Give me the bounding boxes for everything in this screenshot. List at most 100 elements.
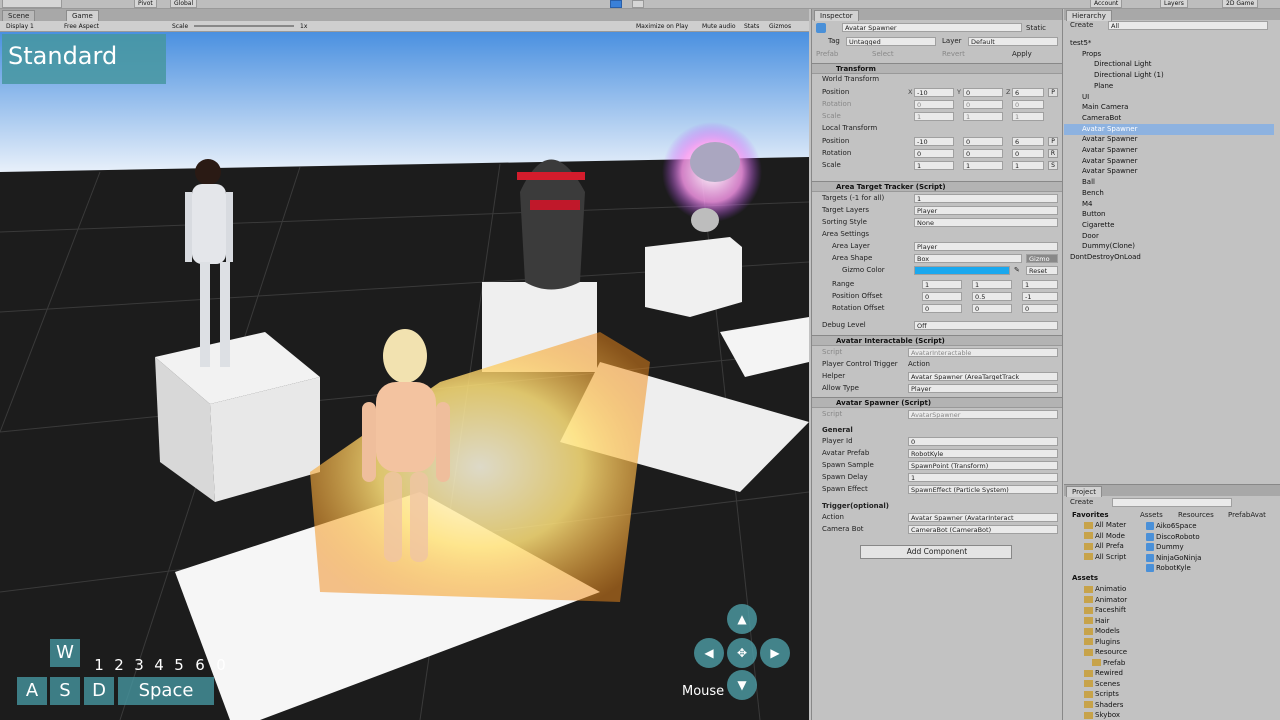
player-id-field[interactable]: 0 [908,437,1058,446]
hierarchy-item[interactable]: Avatar Spawner [1064,145,1274,156]
asset-folder[interactable]: Animator [1084,595,1127,605]
allow-type-dropdown[interactable]: Player [908,384,1058,393]
helper-field[interactable]: Avatar Spawner (AreaTargetTrack [908,372,1058,381]
pause-button[interactable] [632,0,644,8]
position-offset-x[interactable]: 0 [922,292,962,301]
asset-folder[interactable]: Resource [1084,647,1127,657]
position-offset-y[interactable]: 0.5 [972,292,1012,301]
hierarchy-item[interactable]: UI [1064,92,1274,103]
rotation-offset-z[interactable]: 0 [1022,304,1058,313]
hierarchy-item[interactable]: Cigarette [1064,220,1274,231]
asset-folder[interactable]: Hair [1084,616,1109,626]
prefab-select-button[interactable]: Select [872,49,894,60]
num-key-4[interactable]: 4 [151,656,167,674]
hierarchy-item[interactable]: Button [1064,209,1274,220]
local-rot-y[interactable]: 0 [963,149,1003,158]
area-layer-dropdown[interactable]: Player [914,242,1058,251]
eyedropper-icon[interactable]: ✎ [1014,265,1020,276]
prefab-file[interactable]: RobotKyle [1146,563,1191,573]
key-w[interactable]: W [50,639,80,667]
spawn-sample-field[interactable]: SpawnPoint (Transform) [908,461,1058,470]
local-transform-foldout[interactable]: Local Transform [812,123,1062,134]
rotation-offset-y[interactable]: 0 [972,304,1012,313]
local-pos-y[interactable]: 0 [963,137,1003,146]
key-a[interactable]: A [17,677,47,705]
game-viewport[interactable]: Standard W A S D Space 1 2 3 4 5 6 0 ▲ ◀… [0,32,809,720]
local-rot-z[interactable]: 0 [1012,149,1044,158]
object-name-field[interactable]: Avatar Spawner [842,23,1022,32]
hierarchy-item[interactable]: CameraBot [1064,113,1274,124]
avatar-spawner-header[interactable]: Avatar Spawner (Script) [812,397,1062,408]
key-s[interactable]: S [50,677,80,705]
project-search-input[interactable] [1112,498,1232,507]
avatar-prefab-field[interactable]: RobotKyle [908,449,1058,458]
favorite-item[interactable]: All Prefa [1084,541,1124,551]
world-pos-x[interactable]: -10 [914,88,954,97]
tab-inspector[interactable]: Inspector [814,10,859,21]
global-toggle[interactable]: Global [170,0,198,8]
tab-scene[interactable]: Scene [2,10,36,21]
arrow-right-icon[interactable]: ▶ [760,638,790,668]
local-rot-x[interactable]: 0 [914,149,954,158]
mouse-label[interactable]: Mouse [682,684,724,699]
local-scale-x[interactable]: 1 [914,161,954,170]
num-key-2[interactable]: 2 [111,656,127,674]
aspect-dropdown[interactable]: Free Aspect [64,21,99,32]
num-key-3[interactable]: 3 [131,656,147,674]
asset-folder[interactable]: Prefab [1092,658,1125,668]
static-checkbox[interactable]: Static [1026,23,1046,34]
area-settings-foldout[interactable]: Area Settings [812,229,1062,240]
breadcrumb-resources[interactable]: Resources [1178,510,1214,521]
target-layers-dropdown[interactable]: Player [914,206,1058,215]
gizmo-button[interactable]: Gizmo [1026,254,1058,263]
scale-slider[interactable] [194,25,294,27]
pivot-toggle[interactable]: Pivot [134,0,157,8]
local-pos-x[interactable]: -10 [914,137,954,146]
breadcrumb-assets[interactable]: Assets [1140,510,1163,521]
world-pos-z[interactable]: 6 [1012,88,1044,97]
move-cross-icon[interactable]: ✥ [727,638,757,668]
position-offset-z[interactable]: -1 [1022,292,1058,301]
asset-folder[interactable]: Rewired [1084,668,1123,678]
hierarchy-item[interactable]: Main Camera [1064,102,1274,113]
hierarchy-item[interactable]: Dummy(Clone) [1064,241,1274,252]
local-scale-y[interactable]: 1 [963,161,1003,170]
favorite-item[interactable]: All Mater [1084,520,1126,530]
arrow-up-icon[interactable]: ▲ [727,604,757,634]
gizmos-dropdown[interactable]: Gizmos [769,21,791,32]
reset-position-button[interactable]: P [1048,88,1058,97]
add-component-button[interactable]: Add Component [860,545,1012,559]
hierarchy-item[interactable]: Avatar Spawner [1064,134,1274,145]
spawn-delay-field[interactable]: 1 [908,473,1058,482]
layer-dropdown[interactable]: Default [968,37,1058,46]
display-dropdown[interactable]: Display 1 [6,21,34,32]
hierarchy-item[interactable]: Avatar Spawner [1064,123,1274,135]
camera-bot-field[interactable]: CameraBot (CameraBot) [908,525,1058,534]
asset-folder[interactable]: Shaders [1084,700,1123,710]
breadcrumb-prefab[interactable]: PrefabAvat [1228,510,1266,521]
action-field[interactable]: Avatar Spawner (AvatarInteract [908,513,1058,522]
prefab-file[interactable]: DiscoRoboto [1146,532,1200,542]
hierarchy-item[interactable]: Avatar Spawner [1064,156,1274,167]
tab-game[interactable]: Game [66,10,99,21]
prefab-file[interactable]: Dummy [1146,542,1184,552]
avatar-interactable-header[interactable]: Avatar Interactable (Script) [812,335,1062,346]
hierarchy-item[interactable]: Plane [1064,81,1274,92]
debug-level-dropdown[interactable]: Off [914,321,1058,330]
asset-folder[interactable]: Scenes [1084,679,1120,689]
key-d[interactable]: D [84,677,114,705]
hierarchy-item[interactable]: test5* [1064,38,1274,49]
reset-scale-button[interactable]: S [1048,161,1058,170]
world-pos-y[interactable]: 0 [963,88,1003,97]
stats-toggle[interactable]: Stats [744,21,759,32]
project-create-button[interactable]: Create [1070,497,1093,508]
range-y[interactable]: 1 [972,280,1012,289]
spawn-effect-field[interactable]: SpawnEffect (Particle System) [908,485,1058,494]
maximize-on-play-toggle[interactable]: Maximize on Play [636,21,688,32]
asset-folder[interactable]: Models [1084,626,1120,636]
hierarchy-item[interactable]: Door [1064,231,1274,242]
layout-dropdown[interactable]: 2D Game [1222,0,1259,8]
hierarchy-item[interactable]: M4 [1064,199,1274,210]
sorting-style-dropdown[interactable]: None [914,218,1058,227]
range-x[interactable]: 1 [922,280,962,289]
